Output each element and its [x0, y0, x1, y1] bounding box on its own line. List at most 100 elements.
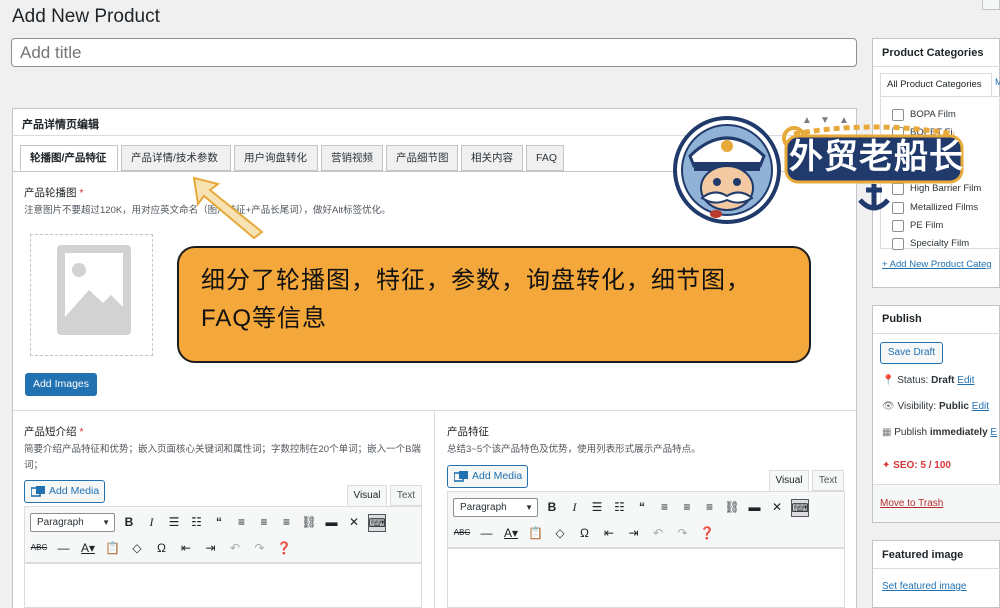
read-more-icon[interactable]: ▬ — [746, 499, 764, 517]
text-color-icon[interactable]: A▾ — [79, 540, 97, 556]
save-draft-button[interactable]: Save Draft — [880, 342, 943, 364]
link-icon[interactable]: ⛓ — [300, 514, 318, 532]
pointer-arrow-icon — [192, 176, 264, 240]
clear-formatting-icon[interactable]: ◇ — [551, 525, 569, 541]
tab-related[interactable]: 相关内容 — [461, 145, 523, 171]
fullscreen-icon[interactable]: ✕ — [345, 514, 363, 532]
add-new-category-link[interactable]: + Add New Product Categ — [882, 259, 992, 270]
align-right-icon[interactable]: ≡ — [278, 514, 296, 532]
text-tab-left[interactable]: Text — [390, 485, 422, 506]
indent-icon[interactable]: ⇥ — [202, 540, 220, 556]
title-input[interactable] — [11, 38, 857, 67]
callout-annotation: 细分了轮播图，特征，参数，询盘转化，细节图，FAQ等信息 — [177, 246, 811, 363]
strikethrough-icon[interactable]: ABC — [453, 525, 471, 541]
edit-visibility-link[interactable]: Edit — [972, 401, 989, 412]
horizontal-line-icon[interactable]: — — [55, 540, 73, 556]
special-char-icon[interactable]: Ω — [153, 540, 171, 556]
indent-icon[interactable]: ⇥ — [625, 525, 643, 541]
help-icon[interactable]: ❓ — [698, 525, 716, 541]
editor-content-left[interactable] — [24, 563, 422, 608]
add-images-button[interactable]: Add Images — [25, 373, 97, 396]
align-right-icon[interactable]: ≡ — [701, 499, 719, 517]
italic-icon[interactable]: I — [566, 499, 584, 517]
toolbar-row1-left: B I ☰ ☷ “ ≡ ≡ ≡ ⛓ ▬ ✕ ⌨ — [120, 514, 386, 532]
category-label: Specialty Film — [910, 238, 970, 249]
set-featured-image-link[interactable]: Set featured image — [882, 581, 967, 592]
paste-text-icon[interactable]: 📋 — [104, 540, 122, 556]
undo-icon[interactable]: ↶ — [649, 525, 667, 541]
status-row: 📍 Status: Draft Edit — [882, 375, 975, 386]
quote-icon[interactable]: “ — [210, 514, 228, 532]
text-tab-right[interactable]: Text — [812, 470, 844, 491]
move-to-trash-link[interactable]: Move to Trash — [880, 498, 943, 509]
link-icon[interactable]: ⛓ — [723, 499, 741, 517]
format-select-left[interactable]: Paragraph ▼ — [30, 513, 115, 532]
special-char-icon[interactable]: Ω — [576, 525, 594, 541]
paste-text-icon[interactable]: 📋 — [527, 525, 545, 541]
bold-icon[interactable]: B — [543, 499, 561, 517]
tab-detail-images[interactable]: 产品细节图 — [386, 145, 458, 171]
featured-divider — [873, 568, 1000, 569]
calendar-icon: ▦ — [882, 427, 892, 438]
redo-icon[interactable]: ↷ — [674, 525, 692, 541]
bullet-list-icon[interactable]: ☰ — [588, 499, 606, 517]
image-placeholder[interactable] — [30, 234, 153, 356]
short-intro-note: 简要介绍产品特征和优势；嵌入页面核心关键词和属性词；字数控制在20个单词；嵌入一… — [24, 444, 421, 471]
bold-icon[interactable]: B — [120, 514, 138, 532]
outdent-icon[interactable]: ⇤ — [177, 540, 195, 556]
tab-most-used[interactable]: M — [995, 77, 1000, 87]
edit-schedule-link[interactable]: E — [990, 427, 997, 438]
visual-tab-right[interactable]: Visual — [769, 470, 809, 491]
align-left-icon[interactable]: ≡ — [233, 514, 251, 532]
tab-inquiry[interactable]: 用户询盘转化 — [234, 145, 318, 171]
features-label: 产品特征 — [447, 426, 489, 438]
publish-title: Publish — [882, 313, 922, 325]
toolbar-toggle-icon[interactable]: ⌨ — [790, 499, 809, 517]
eye-icon: 👁 — [882, 401, 895, 412]
visual-tab-left[interactable]: Visual — [347, 485, 387, 506]
edit-status-link[interactable]: Edit — [957, 375, 974, 386]
categories-divider — [873, 66, 1000, 67]
numbered-list-icon[interactable]: ☷ — [188, 514, 206, 532]
category-checkbox[interactable] — [892, 220, 904, 232]
quote-icon[interactable]: “ — [633, 499, 651, 517]
align-left-icon[interactable]: ≡ — [656, 499, 674, 517]
italic-icon[interactable]: I — [143, 514, 161, 532]
format-select-right[interactable]: Paragraph ▼ — [453, 498, 538, 517]
category-label: PE Film — [910, 220, 944, 231]
toolbar-row2-left: ABC — A▾ 📋 ◇ Ω ⇤ ⇥ ↶ ↷ ❓ — [30, 540, 293, 556]
undo-icon[interactable]: ↶ — [226, 540, 244, 556]
outdent-icon[interactable]: ⇤ — [600, 525, 618, 541]
tab-details-params[interactable]: 产品详情/技术参数 — [121, 145, 231, 171]
strikethrough-icon[interactable]: ABC — [30, 540, 48, 556]
numbered-list-icon[interactable]: ☷ — [611, 499, 629, 517]
toolbar-toggle-icon[interactable]: ⌨ — [367, 514, 386, 532]
read-more-icon[interactable]: ▬ — [323, 514, 341, 532]
fullscreen-icon[interactable]: ✕ — [768, 499, 786, 517]
column-divider — [434, 410, 435, 608]
seo-icon: ✦ — [882, 460, 891, 471]
align-center-icon[interactable]: ≡ — [255, 514, 273, 532]
tab-carousel[interactable]: 轮播图/产品特征 — [20, 145, 118, 171]
redo-icon[interactable]: ↷ — [251, 540, 269, 556]
horizontal-line-icon[interactable]: — — [478, 525, 496, 541]
add-media-button-left[interactable]: Add Media — [24, 480, 105, 503]
tab-faq[interactable]: FAQ — [526, 145, 564, 171]
screen-options-tab[interactable] — [982, 0, 1000, 10]
image-placeholder-icon — [57, 245, 131, 335]
tab-all-categories[interactable]: All Product Categories — [880, 73, 992, 96]
captain-avatar-icon — [673, 116, 781, 224]
schedule-row: ▦ Publish immediately E — [882, 427, 998, 438]
align-center-icon[interactable]: ≡ — [678, 499, 696, 517]
category-checkbox[interactable] — [892, 238, 904, 250]
add-media-button-right[interactable]: Add Media — [447, 465, 528, 488]
help-icon[interactable]: ❓ — [275, 540, 293, 556]
tab-video[interactable]: 营销视频 — [321, 145, 383, 171]
bullet-list-icon[interactable]: ☰ — [165, 514, 183, 532]
featured-image-title: Featured image — [882, 549, 964, 561]
editor-content-right[interactable] — [447, 548, 845, 608]
toolbar-row1-right: B I ☰ ☷ “ ≡ ≡ ≡ ⛓ ▬ ✕ ⌨ — [543, 499, 809, 517]
media-icon — [454, 471, 468, 482]
clear-formatting-icon[interactable]: ◇ — [128, 540, 146, 556]
text-color-icon[interactable]: A▾ — [502, 525, 520, 541]
